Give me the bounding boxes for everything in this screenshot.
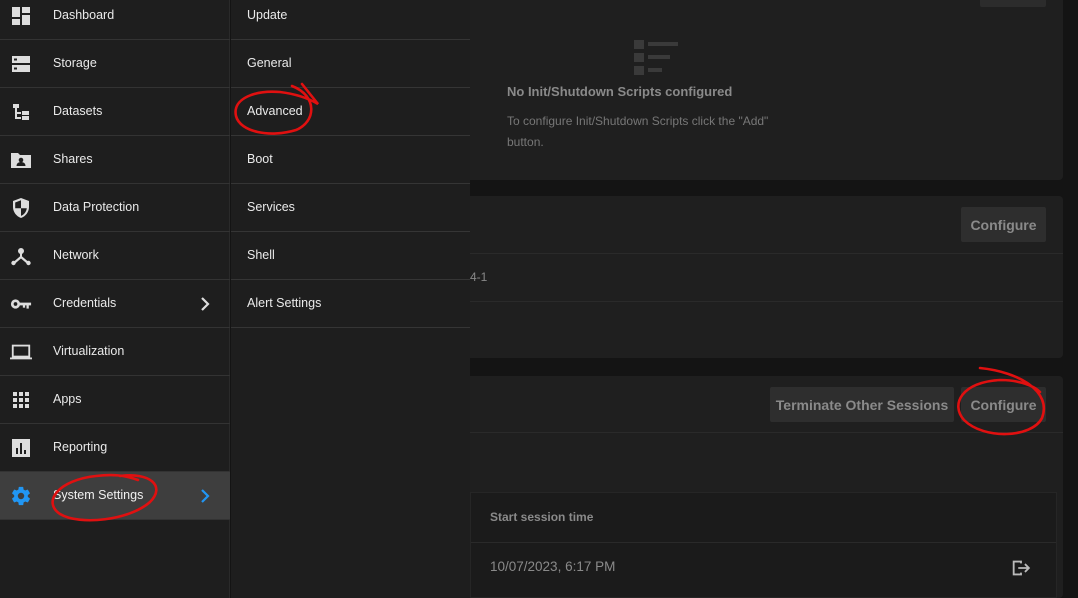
submenu-item-label: Alert Settings [247, 296, 322, 310]
system-settings-submenu: Update General Advanced Boot Services Sh… [231, 0, 470, 598]
table-divider [471, 542, 1056, 543]
chevron-right-icon [201, 297, 210, 311]
terminate-other-sessions-button[interactable]: Terminate Other Sessions [770, 387, 954, 422]
shield-icon [10, 198, 32, 218]
submenu-item-general[interactable]: General [231, 40, 470, 88]
submenu-item-services[interactable]: Services [231, 184, 470, 232]
chevron-right-icon [201, 489, 210, 503]
submenu-item-update[interactable]: Update [231, 0, 470, 40]
sidebar-item-label: Reporting [53, 440, 108, 454]
sidebar-item-label: Dashboard [53, 8, 115, 22]
column-header-start-session-time: Start session time [490, 510, 594, 524]
sidebar-item-credentials[interactable]: Credentials [0, 280, 230, 328]
divider [440, 301, 1063, 302]
sidebar-item-reporting[interactable]: Reporting [0, 424, 230, 472]
submenu-item-label: General [247, 56, 292, 70]
sidebar-item-shares[interactable]: Shares [0, 136, 230, 184]
submenu-item-label: Boot [247, 152, 273, 166]
sidebar-item-system-settings[interactable]: System Settings [0, 472, 230, 520]
sidebar-item-data-protection[interactable]: Data Protection [0, 184, 230, 232]
sidebar-item-storage[interactable]: Storage [0, 40, 230, 88]
submenu-item-boot[interactable]: Boot [231, 136, 470, 184]
empty-state-title: No Init/Shutdown Scripts configured [507, 84, 733, 99]
divider [440, 253, 1063, 254]
sidebar-item-label: Virtualization [53, 344, 125, 358]
sidebar-item-label: Data Protection [53, 200, 140, 214]
configure-button[interactable]: Configure [961, 207, 1046, 242]
divider [440, 432, 1063, 433]
sessions-configure-button[interactable]: Configure [961, 387, 1046, 422]
sidebar-item-label: Network [53, 248, 99, 262]
sidebar-item-label: Credentials [53, 296, 117, 310]
sidebar-item-virtualization[interactable]: Virtualization [0, 328, 230, 376]
add-script-button[interactable] [980, 0, 1046, 7]
sidebar-item-label: Storage [53, 56, 97, 70]
storage-icon [10, 54, 32, 74]
sidebar-item-apps[interactable]: Apps [0, 376, 230, 424]
dashboard-icon [10, 6, 32, 26]
submenu-item-label: Shell [247, 248, 275, 262]
sidebar-item-datasets[interactable]: Datasets [0, 88, 230, 136]
sessions-table: Start session time 10/07/2023, 6:17 PM [470, 492, 1057, 598]
submenu-item-advanced[interactable]: Advanced [231, 88, 470, 136]
sidebar-item-label: Shares [53, 152, 93, 166]
reporting-icon [10, 438, 32, 458]
submenu-item-label: Update [247, 8, 288, 22]
sidebar-item-dashboard[interactable]: Dashboard [0, 0, 230, 40]
submenu-item-alert-settings[interactable]: Alert Settings [231, 280, 470, 328]
sidebar-item-label: Datasets [53, 104, 103, 118]
empty-list-icon [634, 40, 680, 76]
laptop-icon [10, 342, 32, 362]
sidebar-item-label: System Settings [53, 488, 144, 502]
sidebar-item-label: Apps [53, 392, 82, 406]
logout-icon[interactable] [1010, 557, 1032, 579]
empty-state-description: To configure Init/Shutdown Scripts click… [507, 114, 769, 149]
datasets-icon [10, 102, 32, 122]
setting-value: 4-1 [470, 270, 488, 284]
submenu-item-shell[interactable]: Shell [231, 232, 470, 280]
gear-icon [10, 486, 32, 506]
submenu-item-label: Advanced [247, 104, 303, 118]
apps-grid-icon [10, 390, 32, 410]
network-icon [10, 246, 32, 266]
sidebar-item-network[interactable]: Network [0, 232, 230, 280]
shares-icon [10, 150, 32, 170]
sidebar: Dashboard Storage Datasets Shares Data P… [0, 0, 230, 598]
submenu-item-label: Services [247, 200, 295, 214]
table-cell-start-time: 10/07/2023, 6:17 PM [490, 559, 616, 574]
key-icon [10, 294, 32, 314]
